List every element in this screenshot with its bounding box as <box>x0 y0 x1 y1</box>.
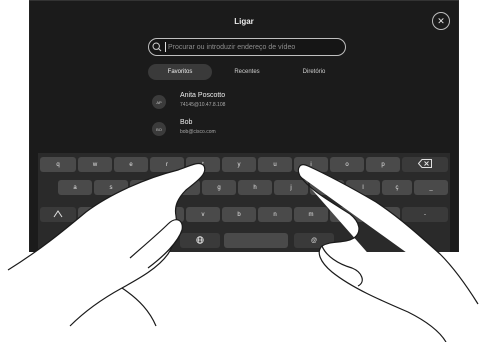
globe-icon <box>196 235 204 246</box>
tab-diretorio[interactable]: Diretório <box>284 64 344 80</box>
key-t[interactable]: t <box>186 157 220 172</box>
contact-address: 74145@10.47.8.108 <box>180 102 226 108</box>
key-period[interactable]: . <box>366 207 400 222</box>
key-j[interactable]: j <box>274 180 308 195</box>
tab-bar: Favoritos Recentes Diretório <box>148 64 348 80</box>
avatar: AP <box>152 95 166 109</box>
key-s[interactable]: s <box>94 180 128 195</box>
key-y[interactable]: y <box>222 157 256 172</box>
key-underscore[interactable]: _ <box>414 180 448 195</box>
key-hyphen[interactable]: - <box>402 207 448 222</box>
key-q[interactable]: q <box>40 157 76 172</box>
backspace-key[interactable] <box>402 157 448 172</box>
key-z[interactable]: z <box>78 207 112 222</box>
search-icon <box>149 39 165 55</box>
close-button[interactable]: ✕ <box>432 12 450 30</box>
search-placeholder: Procurar ou introduzir endereço de vídeo <box>168 43 296 51</box>
contact-name: Bob <box>180 119 193 126</box>
key-r[interactable]: r <box>150 157 184 172</box>
backspace-icon <box>417 159 432 170</box>
key-f[interactable]: f <box>166 180 200 195</box>
contact-name: Anita Poscotto <box>180 92 226 99</box>
key-m[interactable]: m <box>294 207 328 222</box>
contact-address: bob@cisco.com <box>180 129 216 135</box>
globe-key[interactable] <box>180 233 220 248</box>
key-w[interactable]: w <box>78 157 112 172</box>
key-k[interactable]: k <box>310 180 344 195</box>
key-comma[interactable]: , <box>330 207 364 222</box>
symbols-key[interactable]: ?123 <box>134 233 170 248</box>
key-g[interactable]: g <box>202 180 236 195</box>
shift-icon <box>53 209 63 220</box>
space-key[interactable] <box>224 233 288 248</box>
text-caret <box>165 42 166 52</box>
key-e[interactable]: e <box>114 157 148 172</box>
key-i[interactable]: i <box>294 157 328 172</box>
key-d[interactable]: d <box>130 180 164 195</box>
key-u[interactable]: u <box>258 157 292 172</box>
key-h[interactable]: h <box>238 180 272 195</box>
key-l[interactable]: l <box>346 180 380 195</box>
on-screen-keyboard: q w e r t y u i o p a s d f g h j k l ç … <box>38 153 450 252</box>
at-key[interactable]: @ <box>294 233 334 248</box>
key-c[interactable]: c <box>150 207 184 222</box>
key-a[interactable]: a <box>58 180 92 195</box>
close-icon: ✕ <box>437 15 445 26</box>
tab-recentes[interactable]: Recentes <box>218 64 276 80</box>
key-n[interactable]: n <box>258 207 292 222</box>
key-b[interactable]: b <box>222 207 256 222</box>
right-hand-thumb <box>321 245 363 287</box>
left-hand-wrist <box>121 287 157 327</box>
dialog-title: Ligar <box>234 17 254 26</box>
key-c-cedilla[interactable]: ç <box>382 180 412 195</box>
tab-favoritos[interactable]: Favoritos <box>148 64 212 80</box>
key-v[interactable]: v <box>186 207 220 222</box>
shift-key[interactable] <box>40 207 76 222</box>
key-x[interactable]: x <box>114 207 148 222</box>
key-p[interactable]: p <box>366 157 400 172</box>
avatar: BO <box>152 122 166 136</box>
search-input[interactable]: Procurar ou introduzir endereço de vídeo <box>148 38 346 56</box>
key-o[interactable]: o <box>330 157 364 172</box>
